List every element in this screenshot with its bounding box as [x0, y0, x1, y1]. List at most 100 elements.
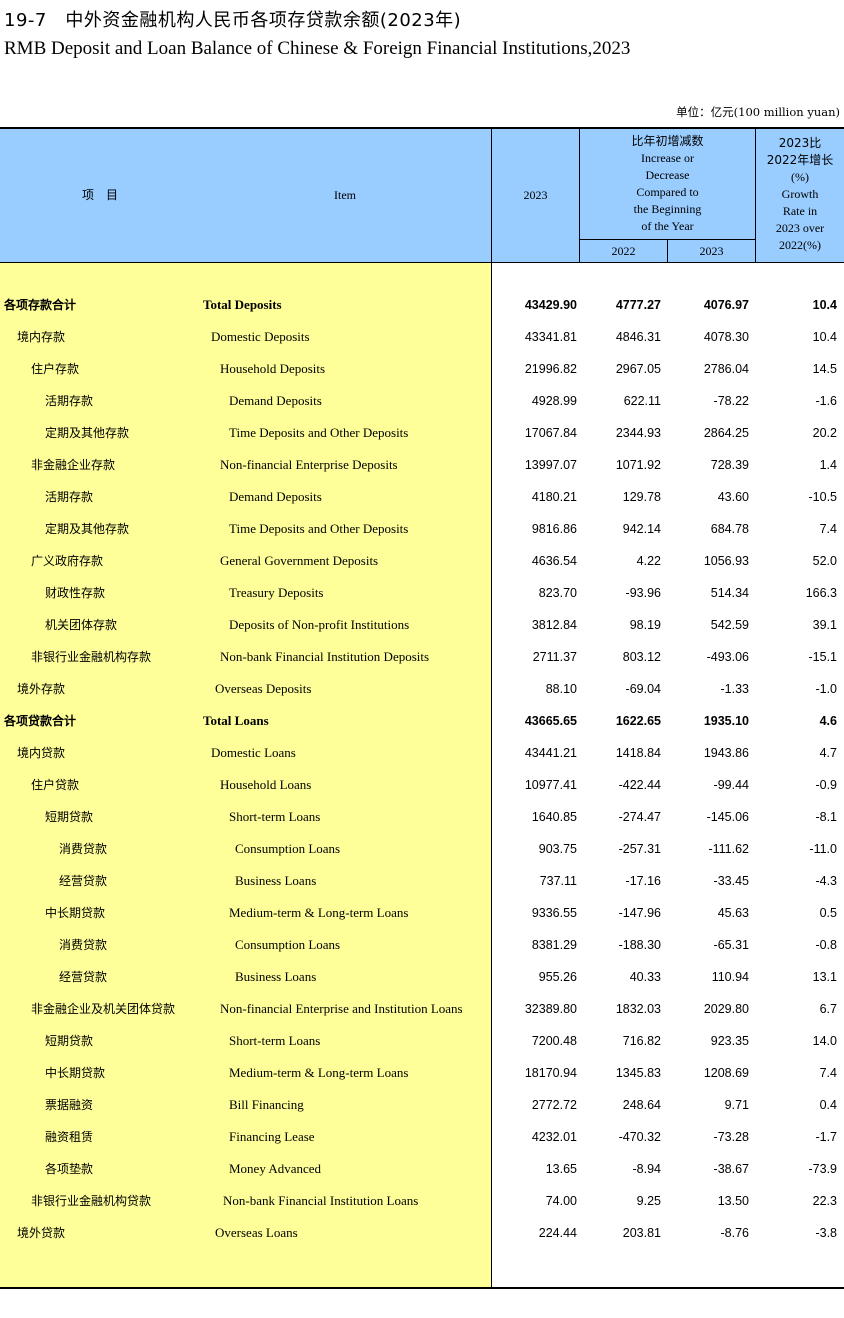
growth-rate: 166.3 — [805, 586, 837, 600]
value-2023: 74.00 — [545, 1194, 577, 1208]
row-label-cn: 短期贷款 — [45, 1034, 94, 1048]
row-label-en: Short-term Loans — [229, 1033, 321, 1048]
growth-rate: 4.7 — [819, 746, 837, 760]
table-row: 境外贷款 Overseas Loans 224.44 203.81 -8.76 -3.8 — [0, 1217, 844, 1249]
row-label-cn: 境内贷款 — [17, 746, 66, 760]
growth-rate: -73.9 — [808, 1162, 838, 1176]
growth-rate: -15.1 — [808, 650, 838, 664]
row-label-cn: 各项存款合计 — [4, 298, 77, 312]
row-label-en: Business Loans — [235, 969, 317, 984]
value-2023: 43665.65 — [524, 714, 577, 728]
row-label-en: Total Loans — [203, 713, 269, 728]
value-2023: 88.10 — [545, 682, 577, 696]
growth-rate: -10.5 — [808, 490, 838, 504]
row-label-en: Short-term Loans — [229, 809, 321, 824]
row-label-cn: 境外存款 — [17, 682, 66, 696]
value-2023: 823.70 — [538, 586, 577, 600]
header-growth-line: 2022年增长 — [766, 153, 834, 167]
increase-2023: -493.06 — [706, 650, 749, 664]
increase-2023: 514.34 — [710, 586, 749, 600]
header-growth-line: Growth — [781, 187, 819, 201]
value-2023: 43341.81 — [524, 330, 577, 344]
increase-2022: 98.19 — [629, 618, 661, 632]
growth-rate: -1.7 — [815, 1130, 837, 1144]
value-2023: 3812.84 — [531, 618, 577, 632]
increase-2023: -99.44 — [713, 778, 749, 792]
row-label-cn: 住户贷款 — [31, 778, 80, 792]
header-growth-line: 2022(%) — [779, 238, 821, 252]
header-growth-line: (%) — [791, 170, 809, 184]
increase-2022: 4777.27 — [615, 298, 661, 312]
increase-2023: 1935.10 — [703, 714, 749, 728]
increase-2022: 1418.84 — [615, 746, 661, 760]
value-2023: 224.44 — [538, 1226, 577, 1240]
increase-2023: -1.33 — [720, 682, 750, 696]
increase-2022: 4846.31 — [615, 330, 661, 344]
increase-2022: -69.04 — [625, 682, 661, 696]
increase-2023: -33.45 — [713, 874, 749, 888]
growth-rate: 14.5 — [812, 362, 837, 376]
header-year-2023: 2023 — [523, 188, 548, 202]
row-label-en: Financing Lease — [229, 1129, 315, 1144]
table-row: 经营贷款 Business Loans 955.26 40.33 110.94 13.1 — [0, 961, 844, 993]
table-row: 活期存款 Demand Deposits 4180.21 129.78 43.60 -10… — [0, 481, 844, 513]
row-label-cn: 消费贷款 — [59, 938, 108, 952]
table-row: 非金融企业存款 Non-financial Enterprise Deposits… — [0, 449, 844, 481]
increase-2023: 13.50 — [717, 1194, 749, 1208]
header-change-line: 比年初增减数 — [631, 134, 704, 148]
growth-rate: 6.7 — [819, 1002, 837, 1016]
increase-2023: 1056.93 — [703, 554, 749, 568]
increase-2023: 1943.86 — [703, 746, 749, 760]
value-2023: 17067.84 — [524, 426, 577, 440]
header-growth-line: Rate in — [782, 204, 818, 218]
value-2023: 2772.72 — [531, 1098, 577, 1112]
value-2023: 8381.29 — [531, 938, 577, 952]
header-item-en: Item — [334, 188, 356, 202]
row-label-cn: 非金融企业存款 — [31, 458, 116, 472]
growth-rate: 7.4 — [819, 1066, 837, 1080]
increase-2023: -8.76 — [720, 1226, 750, 1240]
row-label-cn: 定期及其他存款 — [45, 522, 130, 536]
table-row: 境内贷款 Domestic Loans 43441.21 1418.84 1943.86… — [0, 737, 844, 769]
growth-rate: 10.4 — [812, 298, 837, 312]
table-row: 境内存款 Domestic Deposits 43341.81 4846.31 4078… — [0, 321, 844, 353]
growth-rate: -0.8 — [815, 938, 837, 952]
table-row: 定期及其他存款 Time Deposits and Other Deposits 1… — [0, 417, 844, 449]
increase-2023: 9.71 — [724, 1098, 749, 1112]
value-2023: 9816.86 — [531, 522, 577, 536]
value-2023: 7200.48 — [531, 1034, 577, 1048]
row-label-cn: 票据融资 — [45, 1098, 94, 1112]
unit-label: 单位：亿元(100 million yuan) — [676, 105, 840, 119]
header-growth-line: 2023比 — [778, 136, 822, 150]
table-row: 财政性存款 Treasury Deposits 823.70 -93.96 514.34… — [0, 577, 844, 609]
table-row: 非银行业金融机构存款 Non-bank Financial Institution… — [0, 641, 844, 673]
row-label-en: Non-bank Financial Institution Deposits — [220, 649, 430, 664]
increase-2023: 4078.30 — [703, 330, 749, 344]
row-label-en: Demand Deposits — [229, 393, 322, 408]
growth-rate: -8.1 — [815, 810, 837, 824]
value-2023: 43441.21 — [524, 746, 577, 760]
increase-2022: 622.11 — [623, 394, 661, 408]
increase-2022: 1071.92 — [615, 458, 661, 472]
value-2023: 4636.54 — [531, 554, 577, 568]
growth-rate: -1.6 — [815, 394, 837, 408]
row-label-en: Household Loans — [220, 777, 312, 792]
increase-2022: 2344.93 — [615, 426, 661, 440]
table-row: 各项贷款合计 Total Loans 43665.65 1622.65 1935.10 4… — [0, 705, 844, 737]
row-label-cn: 非银行业金融机构贷款 — [31, 1194, 152, 1208]
table-row: 消费贷款 Consumption Loans 903.75 -257.31 -111.6… — [0, 833, 844, 865]
increase-2022: -147.96 — [618, 906, 661, 920]
row-label-en: Overseas Loans — [215, 1225, 298, 1240]
table-row: 各项存款合计 Total Deposits 43429.90 4777.27 4076.… — [0, 289, 844, 321]
row-label-en: Total Deposits — [203, 297, 282, 312]
increase-2022: 203.81 — [622, 1226, 661, 1240]
row-label-cn: 住户存款 — [31, 362, 80, 376]
increase-2023: 4076.97 — [703, 298, 749, 312]
row-label-en: Non-financial Enterprise Deposits — [220, 457, 398, 472]
row-label-cn: 各项贷款合计 — [4, 714, 77, 728]
value-2023: 4928.99 — [531, 394, 577, 408]
header-growth-line: 2023 over — [775, 221, 825, 235]
value-2023: 13.65 — [545, 1162, 577, 1176]
table-body: 各项存款合计 Total Deposits 43429.90 4777.27 4076.… — [0, 263, 844, 1287]
row-label-cn: 财政性存款 — [45, 586, 106, 600]
